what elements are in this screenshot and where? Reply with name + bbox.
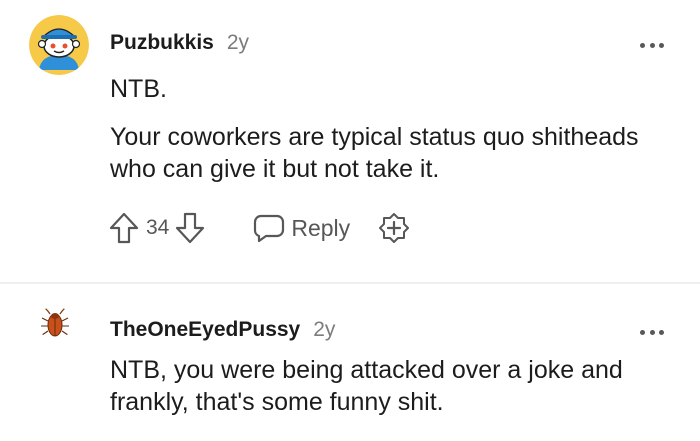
comment-age: 2y (226, 31, 250, 54)
username[interactable]: Puzbukkis (110, 31, 214, 55)
reply-label: Reply (291, 214, 351, 241)
snoo-avatar-icon (29, 15, 89, 75)
dot (659, 42, 664, 48)
more-options-icon[interactable] (640, 328, 664, 336)
comment-text: Your coworkers are typical status quo sh… (110, 123, 639, 183)
dot (659, 329, 664, 335)
vote-count: 34 (146, 216, 170, 239)
speech-bubble-icon (254, 214, 285, 243)
comment-meta: TheOneEyedPussy 2y (110, 318, 335, 342)
reply-button[interactable]: Reply (253, 213, 350, 243)
downvote-arrow-icon[interactable] (174, 211, 206, 245)
award-plus-icon[interactable] (378, 212, 410, 244)
comment: Puzbukkis 2y NTB. Your coworkers are typ… (0, 0, 700, 283)
upvote-arrow-icon[interactable] (108, 211, 140, 245)
comment-age: 2y (313, 318, 336, 341)
cockroach-avatar-icon (41, 306, 69, 337)
dot (649, 42, 655, 48)
avatar[interactable] (38, 306, 72, 340)
comment-actions: 34 Reply (108, 210, 410, 246)
dot (640, 42, 645, 48)
username[interactable]: TheOneEyedPussy (110, 318, 300, 342)
more-options-icon[interactable] (640, 41, 664, 49)
comment-text: NTB, you were being attacked over a joke… (110, 356, 623, 416)
comment-meta: Puzbukkis 2y (110, 31, 249, 55)
comment-text: NTB. (110, 75, 167, 103)
avatar[interactable] (29, 15, 89, 75)
dot (649, 329, 655, 335)
comment: TheOneEyedPussy 2y NTB, you were being a… (0, 284, 700, 441)
dot (640, 329, 645, 335)
